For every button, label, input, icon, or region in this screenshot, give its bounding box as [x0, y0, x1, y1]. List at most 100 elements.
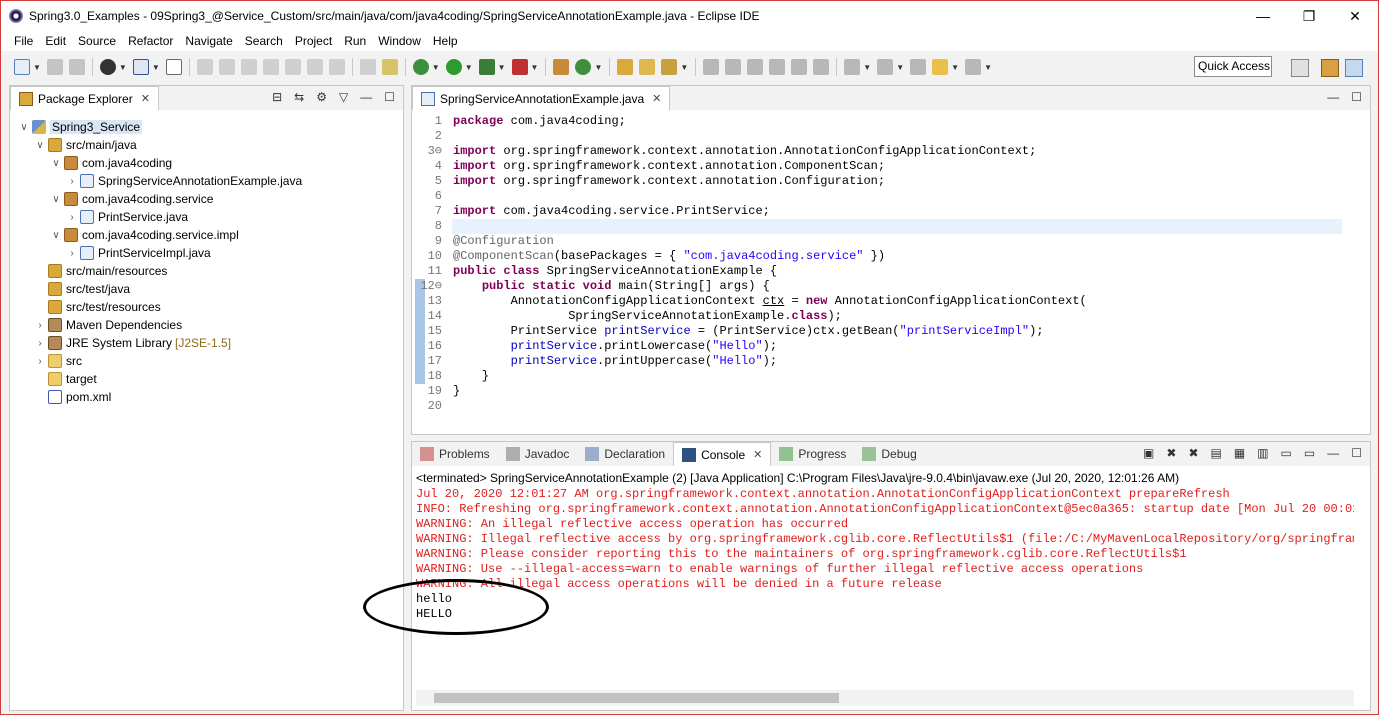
maximize-view-icon[interactable]: ☐ — [1351, 446, 1362, 460]
menu-window[interactable]: Window — [372, 34, 427, 48]
new-icon[interactable] — [14, 59, 30, 75]
tab-editor-file[interactable]: SpringServiceAnnotationExample.java ✕ — [412, 86, 671, 110]
menu-search[interactable]: Search — [239, 34, 289, 48]
menu-project[interactable]: Project — [289, 34, 338, 48]
scroll-lock-icon[interactable]: ▤ — [1211, 446, 1222, 460]
terminal-dropdown-icon[interactable]: ▼ — [119, 63, 127, 72]
pin-console-icon[interactable]: ▥ — [1257, 446, 1268, 460]
run-icon[interactable] — [445, 59, 462, 75]
last-edit-location-icon[interactable] — [910, 59, 927, 75]
tree-item[interactable]: › PrintServiceImpl.java — [66, 244, 211, 262]
collapsed-arrow-icon[interactable]: › — [66, 212, 78, 223]
new-dropdown-icon[interactable]: ▼ — [33, 63, 41, 72]
toggle-highlight-icon[interactable] — [725, 59, 742, 75]
expanded-arrow-icon[interactable]: ∨ — [50, 194, 62, 205]
toggle-mark-occurrences-icon[interactable] — [703, 59, 720, 75]
tree-item[interactable]: src/test/java — [34, 280, 130, 298]
word-wrap-icon[interactable]: ▦ — [1234, 446, 1245, 460]
expanded-arrow-icon[interactable]: ∨ — [18, 122, 30, 133]
menu-help[interactable]: Help — [427, 34, 464, 48]
step-over-icon[interactable] — [306, 59, 323, 75]
whitespace-icon[interactable] — [791, 59, 808, 75]
menu-navigate[interactable]: Navigate — [179, 34, 238, 48]
collapsed-arrow-icon[interactable]: › — [66, 248, 78, 259]
tree-item[interactable]: › PrintService.java — [66, 208, 188, 226]
toggle-block-selection-icon[interactable] — [747, 59, 764, 75]
code-editor[interactable]: 1 package com.java4coding; 2 3⊖ import org.s… — [412, 110, 1370, 434]
tree-item[interactable]: › JRE System Library [J2SE-1.5] — [34, 334, 231, 352]
java-perspective-icon[interactable] — [1345, 59, 1363, 77]
expanded-arrow-icon[interactable]: ∨ — [50, 158, 62, 169]
previous-annotation-dropdown-icon[interactable]: ▼ — [896, 63, 904, 72]
close-icon[interactable]: ✕ — [652, 92, 661, 105]
open-task-icon[interactable] — [639, 59, 656, 75]
quick-access-field[interactable]: Quick Access — [1194, 56, 1272, 77]
tab-problems[interactable]: Problems — [412, 442, 498, 466]
new-class-icon[interactable] — [575, 59, 592, 75]
menu-refactor[interactable]: Refactor — [122, 34, 179, 48]
forward-dropdown-icon[interactable]: ▼ — [984, 63, 992, 72]
console-output[interactable]: Jul 20, 2020 12:01:27 AM org.springframe… — [416, 487, 1354, 622]
menu-edit[interactable]: Edit — [39, 34, 72, 48]
expanded-arrow-icon[interactable]: ∨ — [50, 230, 62, 241]
tree-item[interactable]: ∨ com.java4coding.service.impl — [50, 226, 239, 244]
next-annotation-dropdown-icon[interactable]: ▼ — [863, 63, 871, 72]
tab-console[interactable]: Console ✕ — [673, 442, 772, 466]
editor-vertical-scrollbar[interactable] — [1354, 110, 1370, 434]
step-return-icon[interactable] — [328, 59, 345, 75]
tree-item[interactable]: › SpringServiceAnnotationExample.java — [66, 172, 302, 190]
tree-item[interactable]: › src — [34, 352, 82, 370]
java-ee-perspective-icon[interactable] — [1321, 59, 1339, 77]
use-step-filters-icon[interactable] — [381, 59, 398, 75]
tree-item[interactable]: src/test/resources — [34, 298, 161, 316]
back-icon[interactable] — [932, 59, 949, 75]
close-button[interactable]: ✕ — [1332, 1, 1378, 31]
tree-item[interactable]: › Maven Dependencies — [34, 316, 182, 334]
close-icon[interactable]: ✕ — [753, 448, 762, 461]
expanded-arrow-icon[interactable]: ∨ — [34, 140, 46, 151]
previous-annotation-icon[interactable] — [877, 59, 894, 75]
tab-declaration[interactable]: Declaration — [577, 442, 673, 466]
collapse-all-icon[interactable]: ⊟ — [272, 90, 282, 104]
minimize-button[interactable]: — — [1240, 1, 1286, 31]
tree-item[interactable]: src/main/resources — [34, 262, 167, 280]
skip-breakpoints-icon[interactable] — [165, 59, 182, 75]
terminal-icon[interactable] — [99, 59, 116, 75]
drop-to-frame-icon[interactable] — [359, 59, 376, 75]
tree-item[interactable]: ∨ src/main/java — [34, 136, 137, 154]
collapsed-arrow-icon[interactable]: › — [34, 356, 46, 367]
minimize-view-icon[interactable]: — — [1327, 446, 1339, 460]
display-console-icon[interactable]: ▭ — [1281, 446, 1292, 460]
maximize-button[interactable]: ❐ — [1286, 1, 1332, 31]
close-icon[interactable]: ✕ — [141, 92, 150, 105]
collapsed-arrow-icon[interactable]: › — [34, 320, 46, 331]
external-tools-dropdown-icon[interactable]: ▼ — [531, 63, 539, 72]
debug-dropdown-icon[interactable]: ▼ — [432, 63, 440, 72]
search-dropdown-icon[interactable]: ▼ — [680, 63, 688, 72]
disconnect-icon[interactable] — [262, 59, 279, 75]
open-perspective-icon[interactable] — [1291, 59, 1309, 77]
link-with-editor-icon[interactable]: ⇆ — [294, 90, 304, 104]
collapsed-arrow-icon[interactable]: › — [66, 176, 78, 187]
console-dropdown-icon[interactable]: ▼ — [152, 63, 160, 72]
new-console-icon[interactable]: ▭ — [1304, 446, 1315, 460]
back-dropdown-icon[interactable]: ▼ — [951, 63, 959, 72]
tab-progress[interactable]: Progress — [771, 442, 854, 466]
filter-icon[interactable]: ⚙ — [316, 90, 327, 104]
remove-all-terminated-icon[interactable]: ✖ — [1188, 446, 1198, 460]
tab-debug[interactable]: Debug — [854, 442, 924, 466]
maximize-view-icon[interactable]: ☐ — [384, 90, 395, 104]
save-all-icon[interactable] — [68, 59, 85, 75]
coverage-dropdown-icon[interactable]: ▼ — [498, 63, 506, 72]
tab-package-explorer[interactable]: Package Explorer ✕ — [10, 86, 159, 110]
terminate-icon[interactable]: ✖ — [1166, 446, 1176, 460]
console-scroll-thumb[interactable] — [434, 693, 839, 703]
next-annotation-icon[interactable] — [844, 59, 861, 75]
external-tools-icon[interactable] — [511, 59, 528, 75]
coverage-icon[interactable] — [478, 59, 495, 75]
clear-console-icon[interactable]: ▣ — [1143, 446, 1154, 460]
open-type-icon[interactable] — [617, 59, 634, 75]
tab-javadoc[interactable]: Javadoc — [498, 442, 578, 466]
menu-file[interactable]: File — [8, 34, 39, 48]
pilcrow-icon[interactable] — [813, 59, 830, 75]
